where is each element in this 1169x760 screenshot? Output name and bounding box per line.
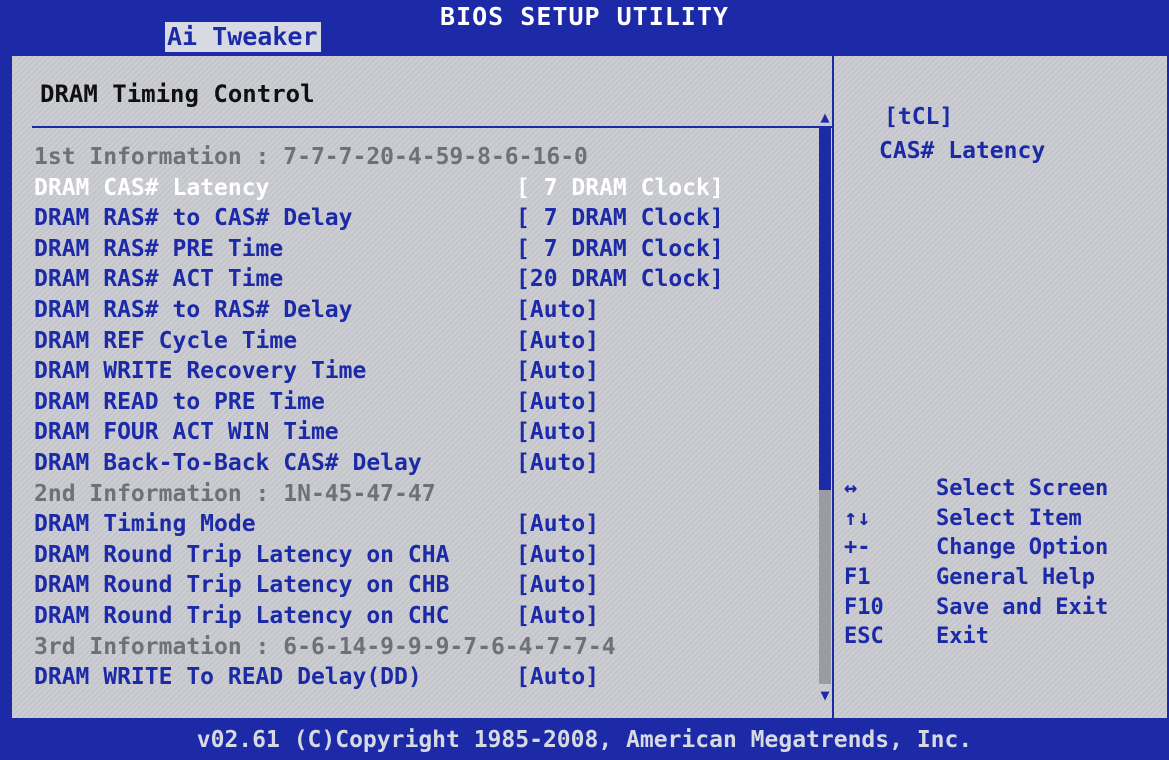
- copyright-footer: v02.61 (C)Copyright 1985-2008, American …: [196, 727, 973, 753]
- setting-label: DRAM CAS# Latency: [34, 174, 270, 201]
- setting-row[interactable]: DRAM READ to PRE Time [Auto]: [34, 387, 754, 418]
- setting-value[interactable]: [ 7 DRAM Clock]: [516, 203, 724, 234]
- key-legend-row: ↑↓ Select Item: [844, 504, 1164, 534]
- setting-label: DRAM RAS# PRE Time: [34, 235, 284, 262]
- key-legend-row: F1 General Help: [844, 563, 1164, 593]
- setting-label: DRAM Back-To-Back CAS# Delay: [34, 449, 422, 476]
- info-row: 1st Information : 7-7-7-20-4-59-8-6-16-0: [34, 142, 754, 173]
- setting-label: DRAM RAS# to CAS# Delay: [34, 205, 353, 232]
- setting-value[interactable]: [ 7 DRAM Clock]: [516, 173, 724, 204]
- info-label: 2nd Information : 1N-45-47-47: [34, 480, 436, 507]
- info-label: 1st Information : 7-7-7-20-4-59-8-6-16-0: [34, 144, 588, 170]
- setting-row[interactable]: DRAM Round Trip Latency on CHB [Auto]: [34, 570, 754, 601]
- key-description: General Help: [936, 565, 1095, 591]
- setting-label: DRAM WRITE To READ Delay(DD): [34, 664, 422, 691]
- tab-ai-tweaker[interactable]: Ai Tweaker: [165, 22, 321, 52]
- setting-row[interactable]: DRAM Timing Mode [Auto]: [34, 509, 754, 540]
- key-name: ESC: [844, 624, 884, 650]
- setting-row[interactable]: DRAM Round Trip Latency on CHC [Auto]: [34, 601, 754, 632]
- scroll-up-arrow-icon[interactable]: ▲: [816, 108, 834, 126]
- setting-label: DRAM Round Trip Latency on CHA: [34, 541, 450, 568]
- setting-row[interactable]: DRAM CAS# Latency [ 7 DRAM Clock]: [34, 173, 754, 204]
- key-legend-row: +- Change Option: [844, 533, 1164, 563]
- setting-label: DRAM WRITE Recovery Time: [34, 358, 367, 385]
- key-legend-row: F10 Save and Exit: [844, 593, 1164, 623]
- key-name: ↑↓: [844, 505, 871, 531]
- title-divider: [32, 126, 832, 128]
- settings-list: 1st Information : 7-7-7-20-4-59-8-6-16-0…: [34, 142, 754, 693]
- setting-row[interactable]: DRAM WRITE To READ Delay(DD) [Auto]: [34, 662, 754, 693]
- setting-label: DRAM Round Trip Latency on CHC: [34, 602, 450, 629]
- help-text: CAS# Latency: [879, 138, 1046, 164]
- setting-value[interactable]: [ 7 DRAM Clock]: [516, 234, 724, 265]
- key-description: Change Option: [936, 535, 1109, 561]
- key-description: Exit: [936, 624, 989, 650]
- setting-row[interactable]: DRAM WRITE Recovery Time [Auto]: [34, 356, 754, 387]
- setting-row[interactable]: DRAM RAS# ACT Time [20 DRAM Clock]: [34, 264, 754, 295]
- page-title: DRAM Timing Control: [40, 80, 315, 108]
- setting-label: DRAM RAS# to RAS# Delay: [34, 296, 353, 323]
- setting-value[interactable]: [Auto]: [516, 356, 599, 387]
- setting-value[interactable]: [Auto]: [516, 601, 599, 632]
- key-description: Select Item: [936, 505, 1082, 531]
- setting-label: DRAM READ to PRE Time: [34, 388, 325, 415]
- key-name: F10: [844, 594, 884, 620]
- setting-value[interactable]: [Auto]: [516, 540, 599, 571]
- setting-label: DRAM Round Trip Latency on CHB: [34, 572, 450, 599]
- setting-value[interactable]: [Auto]: [516, 295, 599, 326]
- info-label: 3rd Information : 6-6-14-9-9-9-7-6-4-7-7…: [34, 633, 616, 660]
- setting-row[interactable]: DRAM Back-To-Back CAS# Delay [Auto]: [34, 448, 754, 479]
- setting-value[interactable]: [Auto]: [516, 448, 599, 479]
- info-row: 2nd Information : 1N-45-47-47: [34, 479, 754, 510]
- tab-bar: Ai Tweaker: [0, 22, 1169, 52]
- setting-label: DRAM RAS# ACT Time: [34, 266, 284, 293]
- settings-pane: DRAM Timing Control 1st Information : 7-…: [12, 56, 834, 720]
- help-code: [tCL]: [884, 104, 954, 130]
- key-name: +-: [844, 535, 871, 561]
- setting-value[interactable]: [Auto]: [516, 509, 599, 540]
- key-name: ↔: [844, 476, 858, 501]
- key-legend-row: ESC Exit: [844, 622, 1164, 652]
- setting-row[interactable]: DRAM FOUR ACT WIN Time [Auto]: [34, 417, 754, 448]
- setting-value[interactable]: [Auto]: [516, 417, 599, 448]
- key-description: Select Screen: [936, 476, 1109, 501]
- setting-row[interactable]: DRAM RAS# to CAS# Delay [ 7 DRAM Clock]: [34, 203, 754, 234]
- help-pane: [tCL] CAS# Latency ↔ Select Screen ↑↓ Selec…: [834, 56, 1167, 720]
- key-legend: ↔ Select Screen ↑↓ Select Item +- Change Opti…: [844, 474, 1164, 652]
- setting-value[interactable]: [Auto]: [516, 570, 599, 601]
- scroll-down-arrow-icon[interactable]: ▼: [816, 686, 834, 704]
- key-description: Save and Exit: [936, 594, 1109, 620]
- setting-value[interactable]: [Auto]: [516, 387, 599, 418]
- scroll-thumb[interactable]: [819, 128, 831, 490]
- setting-row[interactable]: DRAM RAS# to RAS# Delay [Auto]: [34, 295, 754, 326]
- scrollbar[interactable]: ▲ ▼: [816, 108, 834, 708]
- setting-row[interactable]: DRAM Round Trip Latency on CHA [Auto]: [34, 540, 754, 571]
- setting-label: DRAM FOUR ACT WIN Time: [34, 419, 339, 446]
- setting-label: DRAM REF Cycle Time: [34, 327, 298, 354]
- setting-value[interactable]: [Auto]: [516, 326, 599, 357]
- key-name: F1: [844, 565, 871, 591]
- setting-value[interactable]: [Auto]: [516, 662, 599, 693]
- setting-value[interactable]: [20 DRAM Clock]: [516, 264, 724, 295]
- info-row: 3rd Information : 6-6-14-9-9-9-7-6-4-7-7…: [34, 632, 754, 663]
- setting-row[interactable]: DRAM RAS# PRE Time [ 7 DRAM Clock]: [34, 234, 754, 265]
- key-legend-row: ↔ Select Screen: [844, 474, 1164, 504]
- setting-row[interactable]: DRAM REF Cycle Time [Auto]: [34, 326, 754, 357]
- setting-label: DRAM Timing Mode: [34, 511, 256, 538]
